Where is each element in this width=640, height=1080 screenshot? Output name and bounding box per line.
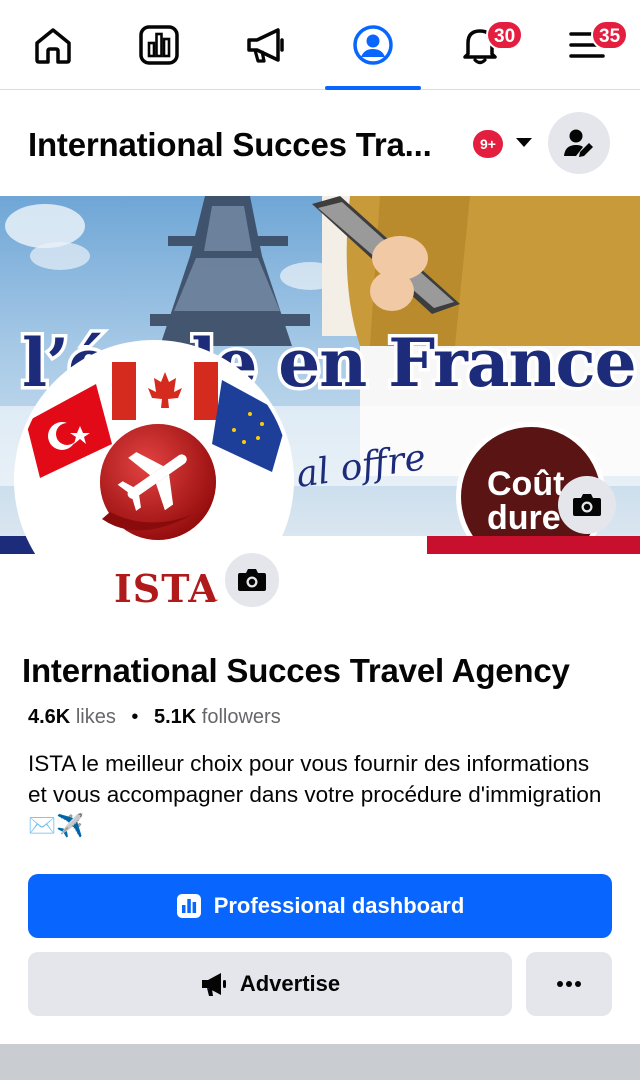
followers-label: followers [201,706,281,728]
megaphone-icon [247,28,284,63]
tab-dashboard[interactable] [111,0,207,90]
switch-profile-button[interactable] [548,112,610,174]
home-icon [35,28,71,64]
edit-profile-picture-button[interactable] [222,550,282,610]
page-header: International Succes Tra... 9+ [0,92,640,196]
followers-count[interactable]: 5.1K [154,706,196,728]
professional-dashboard-label: Professional dashboard [213,893,465,918]
dashboard-icon [139,25,179,65]
tab-ads[interactable] [218,0,314,90]
notifications-badge: 30 [486,20,524,50]
person-edit-icon [564,129,593,157]
edit-cover-photo-button[interactable] [558,476,616,534]
camera-icon [238,569,266,591]
likes-label: likes [75,706,116,728]
stats-separator: • [131,706,139,728]
tab-home[interactable] [5,0,101,90]
top-navigation: 30 35 [0,0,640,90]
tab-notifications[interactable]: 30 [432,0,528,90]
profile-icon [353,25,393,65]
more-dots-icon [557,981,581,987]
page-stats: 4.6K likes • 5.1K followers [28,706,281,729]
more-options-button[interactable] [526,952,612,1016]
page-bio: ISTA le meilleur choix pour vous fournir… [28,751,602,838]
professional-dashboard-button[interactable]: Professional dashboard [28,874,612,938]
caret-down-icon[interactable] [516,138,532,147]
likes-count[interactable]: 4.6K [28,706,70,728]
advertise-button[interactable]: Advertise [28,952,512,1016]
advertise-label: Advertise [239,971,341,996]
tab-menu[interactable]: 35 [539,0,635,90]
section-divider [0,1044,640,1080]
page-switcher-badge: 9+ [473,130,503,158]
page-switcher-title[interactable]: International Succes Tra... [28,126,432,164]
page-name: International Succes Travel Agency [22,652,570,689]
tab-profile[interactable] [325,0,421,90]
megaphone-icon [201,973,226,996]
avatar-brand-text: ISTA [114,566,219,611]
dashboard-icon [176,894,201,918]
camera-icon [573,494,601,516]
menu-badge: 35 [591,20,629,50]
